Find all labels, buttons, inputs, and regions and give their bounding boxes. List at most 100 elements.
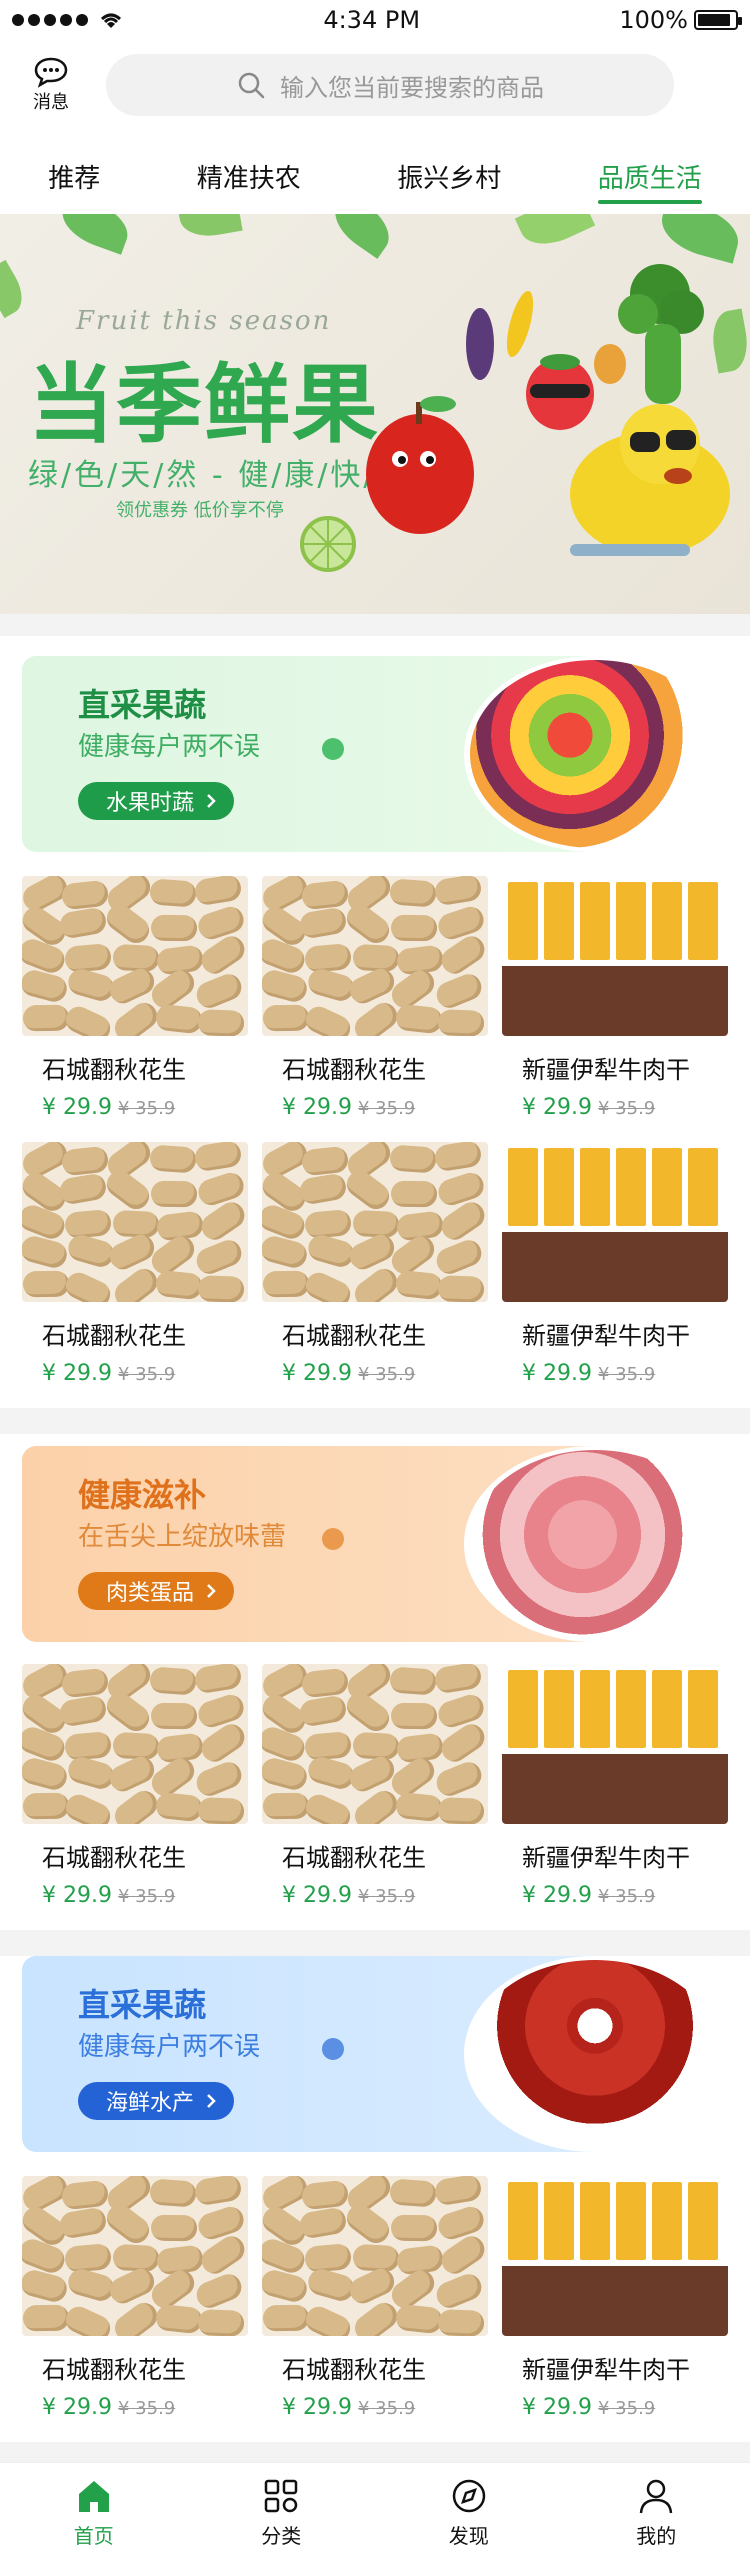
product-name: 石城翻秋花生	[42, 2356, 186, 2384]
banner-title: 直采果蔬	[78, 686, 207, 724]
product-card[interactable]: 新疆伊犁牛肉干 ¥ 29.9 ¥ 35.9	[502, 2176, 728, 2442]
product-card[interactable]: 石城翻秋花生 ¥ 29.9 ¥ 35.9	[262, 876, 488, 1142]
chevron-right-icon	[207, 794, 216, 808]
search-input[interactable]: 输入您当前要搜索的商品	[106, 54, 674, 116]
product-original-price: ¥ 35.9	[357, 2398, 416, 2419]
product-price: ¥ 29.9	[282, 1361, 352, 1386]
nav-category[interactable]: 分类	[221, 2476, 341, 2549]
section-divider	[0, 1930, 750, 1956]
section-divider	[0, 614, 750, 636]
product-original-price: ¥ 35.9	[597, 1364, 656, 1385]
banner-subtitle: 健康每户两不误	[78, 732, 261, 762]
product-original-price: ¥ 35.9	[117, 1098, 176, 1119]
product-card[interactable]: 新疆伊犁牛肉干 ¥ 29.9 ¥ 35.9	[502, 876, 728, 1142]
hero-subtitle: 绿/色/天/然 - 健/康/快/乐	[28, 458, 410, 493]
product-original-price: ¥ 35.9	[597, 2398, 656, 2419]
product-price: ¥ 29.9	[282, 1095, 352, 1120]
chevron-right-icon	[207, 2094, 216, 2108]
fruit-characters-illustration	[366, 264, 730, 556]
product-name: 石城翻秋花生	[42, 1844, 186, 1872]
product-name: 新疆伊犁牛肉干	[522, 1844, 690, 1872]
tab-recommend[interactable]: 推荐	[38, 140, 110, 212]
product-image-peanuts	[22, 876, 248, 1036]
banner-image-crayfish	[464, 1956, 724, 2152]
banner-fresh-produce[interactable]: 直采果蔬 健康每户两不误 水果时蔬	[22, 656, 724, 852]
home-icon	[78, 2481, 109, 2512]
hero-promo: 领优惠券 低价享不停	[116, 500, 284, 521]
product-name: 石城翻秋花生	[282, 1056, 426, 1084]
nav-discover[interactable]: 发现	[409, 2476, 529, 2549]
product-card[interactable]: 石城翻秋花生 ¥ 29.9 ¥ 35.9	[262, 1664, 488, 1930]
hero-banner[interactable]: Fruit this season 当季鲜果 绿/色/天/然 - 健/康/快/乐…	[0, 214, 750, 614]
product-image-peanuts	[262, 2176, 488, 2336]
chat-icon	[34, 57, 68, 88]
product-original-price: ¥ 35.9	[357, 1098, 416, 1119]
category-button-seafood[interactable]: 海鲜水产	[78, 2082, 235, 2120]
product-original-price: ¥ 35.9	[117, 2398, 176, 2419]
product-card[interactable]: 石城翻秋花生 ¥ 29.9 ¥ 35.9	[22, 1664, 248, 1930]
product-name: 石城翻秋花生	[282, 1844, 426, 1872]
decor-dot	[322, 2038, 344, 2060]
top-bar: 消息 输入您当前要搜索的商品	[0, 40, 750, 130]
product-name: 石城翻秋花生	[282, 1322, 426, 1350]
section-divider	[0, 2442, 750, 2462]
banner-image-fruit-bowl	[464, 656, 724, 852]
category-tabs: 推荐 精准扶农 振兴乡村 品质生活	[0, 140, 750, 212]
category-button-fruit-veg[interactable]: 水果时蔬	[78, 782, 235, 820]
status-time: 4:34 PM	[323, 6, 421, 34]
category-button-meat-eggs[interactable]: 肉类蛋品	[78, 1572, 235, 1610]
battery-percent: 100%	[619, 6, 688, 34]
hero-title: 当季鲜果	[28, 355, 380, 455]
battery-icon	[693, 10, 742, 30]
product-grid: 石城翻秋花生 ¥ 29.9 ¥ 35.9 石城翻秋花生 ¥ 29.9 ¥ 35.9 新疆伊犁…	[22, 2176, 728, 2442]
product-image-beef-jerky	[502, 876, 728, 1036]
product-name: 新疆伊犁牛肉干	[522, 2356, 690, 2384]
product-name: 石城翻秋花生	[42, 1056, 186, 1084]
product-price: ¥ 29.9	[282, 1883, 352, 1908]
product-image-beef-jerky	[502, 1142, 728, 1302]
product-image-peanuts	[22, 2176, 248, 2336]
product-card[interactable]: 新疆伊犁牛肉干 ¥ 29.9 ¥ 35.9	[502, 1664, 728, 1930]
hero-english-text: Fruit this season	[76, 306, 332, 336]
compass-icon	[452, 2479, 485, 2513]
lime-slice-icon	[300, 516, 356, 572]
product-grid: 石城翻秋花生 ¥ 29.9 ¥ 35.9 石城翻秋花生 ¥ 29.9 ¥ 35.9 新疆伊犁…	[22, 1664, 728, 1930]
decor-dot	[322, 738, 344, 760]
product-card[interactable]: 石城翻秋花生 ¥ 29.9 ¥ 35.9	[22, 2176, 248, 2442]
product-image-peanuts	[22, 1664, 248, 1824]
product-price: ¥ 29.9	[522, 1095, 592, 1120]
product-price: ¥ 29.9	[42, 1095, 112, 1120]
search-placeholder: 输入您当前要搜索的商品	[280, 73, 544, 102]
product-original-price: ¥ 35.9	[357, 1364, 416, 1385]
nav-profile[interactable]: 我的	[596, 2476, 716, 2549]
banner-subtitle: 健康每户两不误	[78, 2032, 261, 2062]
message-button[interactable]: 消息	[26, 56, 76, 114]
product-price: ¥ 29.9	[522, 2395, 592, 2420]
product-original-price: ¥ 35.9	[597, 1886, 656, 1907]
banner-subtitle: 在舌尖上绽放味蕾	[78, 1522, 287, 1552]
product-price: ¥ 29.9	[282, 2395, 352, 2420]
product-image-beef-jerky	[502, 1664, 728, 1824]
product-original-price: ¥ 35.9	[117, 1364, 176, 1385]
product-price: ¥ 29.9	[42, 1883, 112, 1908]
banner-seafood[interactable]: 直采果蔬 健康每户两不误 海鲜水产	[22, 1956, 724, 2152]
banner-health-tonic[interactable]: 健康滋补 在舌尖上绽放味蕾 肉类蛋品	[22, 1446, 724, 1642]
product-card[interactable]: 石城翻秋花生 ¥ 29.9 ¥ 35.9	[262, 1142, 488, 1408]
product-price: ¥ 29.9	[42, 2395, 112, 2420]
user-icon	[640, 2479, 673, 2514]
product-original-price: ¥ 35.9	[117, 1886, 176, 1907]
product-image-peanuts	[262, 876, 488, 1036]
banner-title: 健康滋补	[78, 1476, 207, 1514]
tab-rural-revival[interactable]: 振兴乡村	[387, 140, 511, 212]
product-card[interactable]: 石城翻秋花生 ¥ 29.9 ¥ 35.9	[22, 876, 248, 1142]
product-name: 新疆伊犁牛肉干	[522, 1322, 690, 1350]
tab-precision-farming[interactable]: 精准扶农	[187, 140, 311, 212]
tab-quality-life[interactable]: 品质生活	[588, 140, 712, 212]
nav-home[interactable]: 首页	[34, 2476, 154, 2549]
product-card[interactable]: 石城翻秋花生 ¥ 29.9 ¥ 35.9	[22, 1142, 248, 1408]
product-card[interactable]: 新疆伊犁牛肉干 ¥ 29.9 ¥ 35.9	[502, 1142, 728, 1408]
banner-image-meat	[464, 1446, 724, 1642]
status-bar: 4:34 PM 100%	[0, 0, 750, 40]
signal-icon	[12, 10, 124, 30]
product-card[interactable]: 石城翻秋花生 ¥ 29.9 ¥ 35.9	[262, 2176, 488, 2442]
